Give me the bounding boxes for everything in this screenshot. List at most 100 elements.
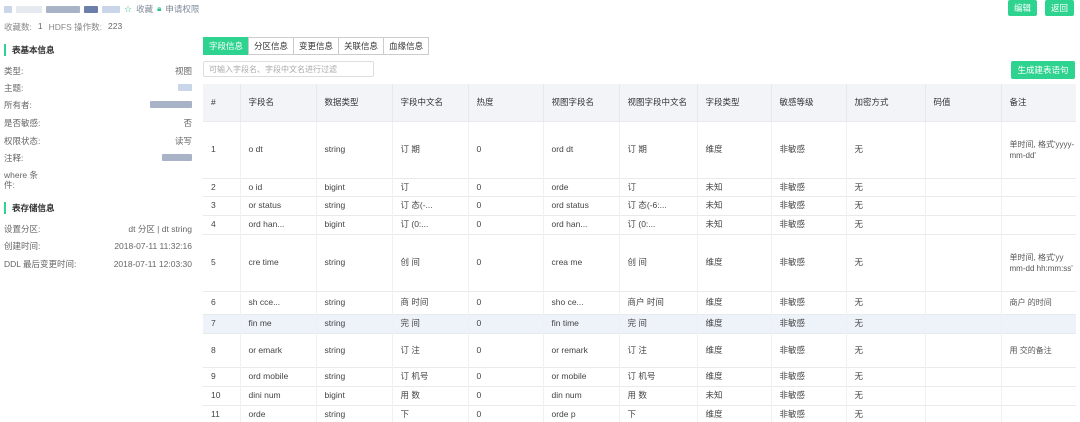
star-icon[interactable]: ☆ [124,4,132,15]
cell-note: 单时间, 格式'yyyy-mm-dd' [1001,120,1076,178]
cell-heat: 0 [468,195,544,215]
cell-field-name: o dt [240,120,317,178]
info-row-ddl-changed: DDL 最后变更时间: 2018-07-11 12:03:30 [4,257,192,271]
cell-sensitivity: 非敏感 [771,332,847,367]
table-row[interactable]: 10 dini num bigint 用 数 0 din num 用 数未知 非敏感无 [203,385,1076,405]
cell-encryption: 无 [846,404,926,422]
cell-field-name: o id [240,177,317,196]
cell-view-name: fin time [543,313,620,333]
cell-view-name: sho ce... [543,290,620,314]
edit-button[interactable]: 编辑 [1008,0,1037,16]
request-permission-link[interactable]: 申请权限 [165,3,199,15]
cell-data-type: string [316,366,393,386]
cell-heat: 0 [468,313,544,333]
info-value: 读写 [174,136,192,146]
table-row[interactable]: 5 cre time string 创 间 0 crea me 创 间维度 非敏感无 单时间,… [203,233,1076,291]
cell-encryption: 无 [846,195,926,215]
table-row[interactable]: 4 ord han... bigint 订 (0:... 0 ord han... 订 (0… [203,214,1076,234]
cell-heat: 0 [468,177,544,196]
cell-sensitivity: 非敏感 [771,214,847,234]
table-row[interactable]: 11 orde string 下 0 orde p下 维度 非敏感无 [203,404,1076,422]
cell-sensitivity: 非敏感 [771,366,847,386]
col-header-code: 码值 [925,84,1002,121]
cell-code [925,290,1002,314]
info-row-sensitive: 是否敏感: 否 [4,116,192,130]
favorite-link[interactable]: 收藏 [136,3,153,15]
col-header-type: 数据类型 [316,84,393,121]
cell-sensitivity: 非敏感 [771,313,847,333]
cell-data-type: string [316,120,393,178]
cell-cn-name: 商 时间 [392,290,469,314]
cell-encryption: 无 [846,366,926,386]
tab-field-info[interactable]: 字段信息 [203,37,250,55]
cell-code [925,404,1002,422]
hdfs-count-value: 223 [107,21,123,31]
cell-code [925,214,1002,234]
cell-field-name: or status [240,195,317,215]
cell-field-name: cre time [240,233,317,291]
back-button[interactable]: 返回 [1045,0,1074,16]
tab-partition-info[interactable]: 分区信息 [248,37,295,55]
cell-code [925,332,1002,367]
cell-field-name: dini num [240,385,317,405]
cell-field-name: sh cce... [240,290,317,314]
cell-note: 单时间, 格式'yy mm-dd hh:mm:ss' [1001,233,1076,291]
fav-count-label: 收藏数: [4,22,32,32]
table-row[interactable]: 2o id bigint 订 0 orde 订未知 非敏感无 [203,177,1076,196]
info-row-comment: 注释: [4,151,192,165]
storage-info-title: 表存储信息 [4,202,55,214]
cell-cn-name: 订 注 [392,332,469,367]
tab-relation-info[interactable]: 关联信息 [338,37,385,55]
field-table-container: # 字段名 数据类型 字段中文名 热度 视图字段名 视图字段中文名 字段类型 敏… [203,84,1076,422]
field-table: # 字段名 数据类型 字段中文名 热度 视图字段名 视图字段中文名 字段类型 敏… [203,84,1076,422]
cell-data-type: bigint [316,214,393,234]
info-value: 2018-07-11 11:32:16 [114,241,192,251]
cell-view-name: din num [543,385,620,405]
cell-code [925,313,1002,333]
cell-cn-name: 用 数 [392,385,469,405]
table-row[interactable]: 7 fin me string 完 间 0 fin time 完 间维度 非敏感无 [203,313,1076,333]
table-row[interactable]: 9 ord mobile string 订 机号 0 or mobile 订 机号 维度 非敏感… [203,366,1076,386]
field-filter-input[interactable]: 可输入字段名、字段中文名进行过滤 [203,61,374,77]
table-row[interactable]: 8 or emark string 订 注 0 or remark 订 注维度 非敏感无用 交… [203,332,1076,367]
cell-view-cn: 订 期 [619,120,698,178]
cell-view-cn: 订 注 [619,332,698,367]
cell-sensitivity: 非敏感 [771,385,847,405]
tab-lineage-info[interactable]: 血缘信息 [383,37,430,55]
info-row-owner: 所有者: [4,98,192,112]
cell-field-type: 维度 [697,366,772,386]
cell-data-type: string [316,233,393,291]
cell-data-type: string [316,404,393,422]
blurred-value [178,84,192,91]
cell-encryption: 无 [846,313,926,333]
blurred-name-segment [84,5,98,13]
cell-index: 4 [203,214,241,234]
cell-note [1001,385,1076,405]
info-key: 主题: [4,83,24,93]
cell-heat: 0 [468,385,544,405]
table-row[interactable]: 1o dt string 订 期 0 ord dt 订 期维度 非敏感无 单时间, 格式'y… [203,120,1076,178]
info-value: 视图 [174,66,192,76]
cell-field-type: 维度 [697,120,772,178]
table-row[interactable]: 6 sh cce... string 商 时间 0 sho ce... 商户 时间 维度 非敏感… [203,290,1076,314]
cell-code [925,366,1002,386]
cell-sensitivity: 非敏感 [771,404,847,422]
cell-cn-name: 完 间 [392,313,469,333]
cell-view-cn: 订 态(-6:... [619,195,698,215]
info-row-type: 类型: 视图 [4,64,192,78]
tab-change-info[interactable]: 变更信息 [293,37,340,55]
cell-index: 5 [203,233,241,291]
cell-heat: 0 [468,332,544,367]
table-row[interactable]: 3 or status string 订 态(-... 0 ord status 订 态(-… [203,195,1076,215]
table-header-row: # 字段名 数据类型 字段中文名 热度 视图字段名 视图字段中文名 字段类型 敏… [203,84,1076,121]
info-value [162,153,192,163]
generate-ddl-button[interactable]: 生成建表语句 [1011,61,1075,79]
info-row-created: 创建时间: 2018-07-11 11:32:16 [4,239,192,253]
blurred-name-segment [4,5,12,13]
info-row-permission: 权限状态: 读写 [4,134,192,148]
cell-encryption: 无 [846,290,926,314]
stats-row: 收藏数: 1 HDFS 操作数: 223 [4,21,122,33]
info-key: 设置分区: [4,224,41,234]
table-title: ☆ 收藏 🔒︎ 申请权限 [4,3,199,15]
blurred-value [162,154,192,161]
